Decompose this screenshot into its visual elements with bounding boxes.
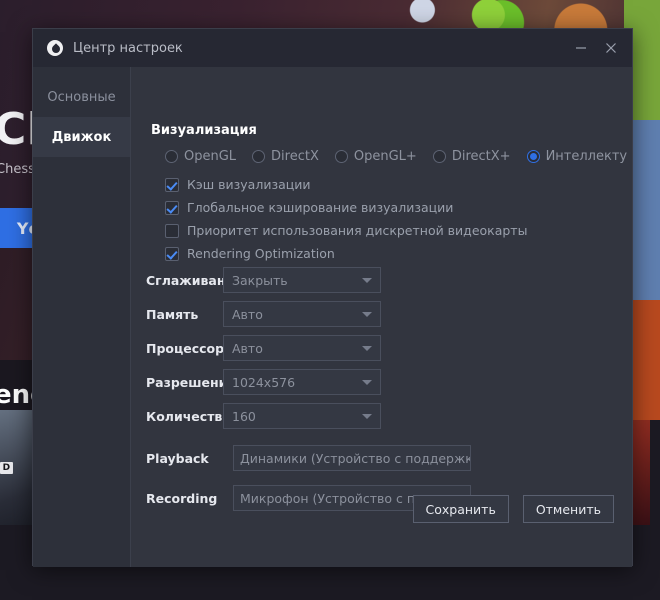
radio-label: Интеллекту — [545, 149, 628, 164]
radio-label: DirectX+ — [451, 149, 511, 164]
field-row-memory: Память Авто — [145, 297, 471, 331]
chevron-down-icon — [362, 312, 372, 317]
dialog-title: Центр настроек — [73, 40, 183, 56]
dialog-titlebar[interactable]: Центр настроек — [33, 29, 632, 67]
field-label-dpi: Количество — [146, 408, 223, 424]
chevron-down-icon — [362, 346, 372, 351]
checkbox-global-render-cache[interactable]: Глобальное кэширование визуализации — [165, 196, 527, 219]
app-logo-icon — [47, 40, 63, 56]
field-row-antialiasing: Сглаживание Закрыть — [145, 263, 471, 297]
radio-label: OpenGL — [184, 149, 237, 164]
select-value: Авто — [232, 306, 263, 322]
checkbox-prefer-discrete-gpu[interactable]: Приоритет использования дискретной видео… — [165, 219, 527, 242]
field-label-recording: Recording — [146, 490, 218, 506]
chevron-down-icon — [362, 380, 372, 385]
sidebar-item-label: Основные — [47, 89, 116, 105]
radio-opengl[interactable]: OpenGL — [165, 149, 236, 164]
radio-opengl-plus[interactable]: OpenGL+ — [334, 149, 417, 164]
sidebar-item-engine[interactable]: Движок — [33, 117, 130, 157]
radio-label: OpenGL+ — [353, 149, 417, 164]
visualization-checkbox-group: Кэш визуализации Глобальное кэширование … — [165, 173, 527, 265]
radio-intelligent[interactable]: Интеллекту — [526, 149, 628, 164]
field-row-dpi: Количество 160 — [145, 399, 471, 433]
dialog-body: Основные Движок Визуализация OpenGL Dire… — [33, 67, 632, 567]
select-value: Авто — [232, 340, 263, 356]
renderer-radio-group: OpenGL DirectX OpenGL+ DirectX+ Интеллек… — [165, 149, 627, 164]
settings-center-dialog: Центр настроек Основные Движок Визуализа… — [32, 28, 633, 567]
select-playback-device[interactable]: Динамики (Устройство с поддержкой — [233, 445, 471, 471]
field-row-playback: Playback Динамики (Устройство с поддержк… — [145, 441, 471, 475]
chevron-down-icon — [362, 278, 372, 283]
game-badge-right: D — [0, 462, 14, 474]
checkbox-label: Глобальное кэширование визуализации — [187, 200, 454, 215]
sidebar-item-general[interactable]: Основные — [33, 77, 130, 117]
radio-directx-plus[interactable]: DirectX+ — [432, 149, 511, 164]
close-icon[interactable] — [596, 33, 626, 63]
checkbox-icon — [165, 223, 179, 238]
checkbox-rendering-optimization[interactable]: Rendering Optimization — [165, 242, 527, 265]
field-label-antialiasing: Сглаживание — [146, 272, 223, 288]
cancel-button[interactable]: Отменить — [522, 495, 614, 523]
game-badge: L OF D — [0, 462, 14, 474]
radio-circle-icon — [334, 150, 348, 163]
checkbox-label: Кэш визуализации — [187, 177, 311, 192]
select-value: 160 — [232, 408, 256, 424]
minimize-icon[interactable] — [566, 33, 596, 63]
field-row-resolution: Разрешение 1024x576 — [145, 365, 471, 399]
settings-sidebar: Основные Движок — [33, 67, 131, 567]
checkbox-label: Rendering Optimization — [187, 246, 335, 261]
select-memory[interactable]: Авто — [223, 301, 381, 327]
radio-circle-icon — [252, 150, 266, 163]
field-label-playback: Playback — [146, 450, 209, 466]
select-dpi[interactable]: 160 — [223, 403, 381, 429]
select-value: Динамики (Устройство с поддержкой — [240, 450, 471, 466]
section-title-visualization: Визуализация — [151, 123, 257, 138]
checkbox-icon — [165, 177, 179, 192]
select-resolution[interactable]: 1024x576 — [223, 369, 381, 395]
select-value: Закрыть — [232, 272, 288, 288]
select-processor[interactable]: Авто — [223, 335, 381, 361]
radio-circle-icon — [165, 150, 178, 163]
sidebar-item-label: Движок — [51, 129, 112, 145]
select-antialiasing[interactable]: Закрыть — [223, 267, 381, 293]
engine-settings-fields: Сглаживание Закрыть Память Авто Процессо… — [145, 263, 471, 515]
field-label-memory: Память — [146, 306, 199, 322]
checkbox-label: Приоритет использования дискретной видео… — [187, 223, 528, 238]
chevron-down-icon — [362, 414, 372, 419]
field-label-resolution: Разрешение — [146, 374, 223, 390]
checkbox-render-cache[interactable]: Кэш визуализации — [165, 173, 527, 196]
settings-content-pane: Визуализация OpenGL DirectX OpenGL+ Dire… — [131, 67, 632, 567]
radio-label: DirectX — [271, 149, 319, 164]
checkbox-icon — [165, 246, 179, 261]
radio-circle-icon — [432, 150, 446, 163]
field-row-processor: Процессор Авто — [145, 331, 471, 365]
background-hero-subtitle: Chess — [0, 162, 35, 177]
radio-circle-icon — [526, 150, 540, 163]
radio-directx[interactable]: DirectX — [252, 149, 319, 164]
checkbox-icon — [165, 200, 179, 215]
select-value: 1024x576 — [232, 374, 296, 390]
dialog-footer: Сохранить Отменить — [412, 495, 614, 523]
save-button[interactable]: Сохранить — [412, 495, 509, 523]
field-label-processor: Процессор — [146, 340, 223, 356]
